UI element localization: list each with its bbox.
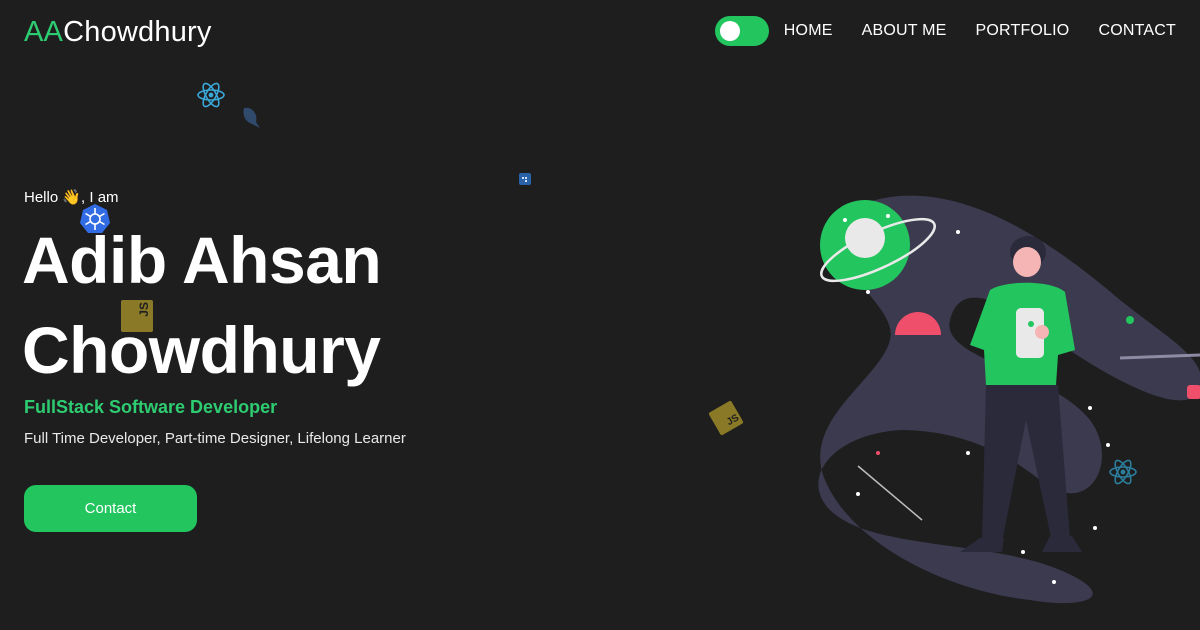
react-icon <box>197 82 225 108</box>
theme-toggle[interactable] <box>714 16 769 46</box>
logo-name: Chowdhury <box>63 16 212 48</box>
hero-name-line2: Chowdhury <box>22 313 381 387</box>
javascript-icon-label: JS <box>724 412 742 429</box>
hero-role: FullStack Software Developer <box>24 397 278 417</box>
docker-icon <box>519 173 531 185</box>
logo-initials: AA <box>24 16 64 48</box>
astronaut-illustration <box>818 195 1200 604</box>
hero-name: Adib Ahsan Chowdhury <box>22 215 382 395</box>
main-nav: HOME ABOUT ME PORTFOLIO CONTACT <box>714 16 1176 46</box>
nav-contact[interactable]: CONTACT <box>1098 16 1176 46</box>
hero-name-line1: Adib Ahsan <box>22 223 382 297</box>
bird-icon <box>243 107 260 128</box>
nav-home[interactable]: HOME <box>784 16 833 46</box>
javascript-icon: JS <box>708 400 744 436</box>
site-logo[interactable]: AAChowdhury <box>24 14 212 50</box>
hero-greeting: Hello 👋, I am <box>24 189 119 206</box>
nav-about-me[interactable]: ABOUT ME <box>862 16 947 46</box>
contact-button[interactable]: Contact <box>24 485 197 532</box>
nav-portfolio[interactable]: PORTFOLIO <box>975 16 1069 46</box>
hero-tagline: Full Time Developer, Part-time Designer,… <box>24 430 406 447</box>
theme-toggle-knob <box>719 21 740 41</box>
